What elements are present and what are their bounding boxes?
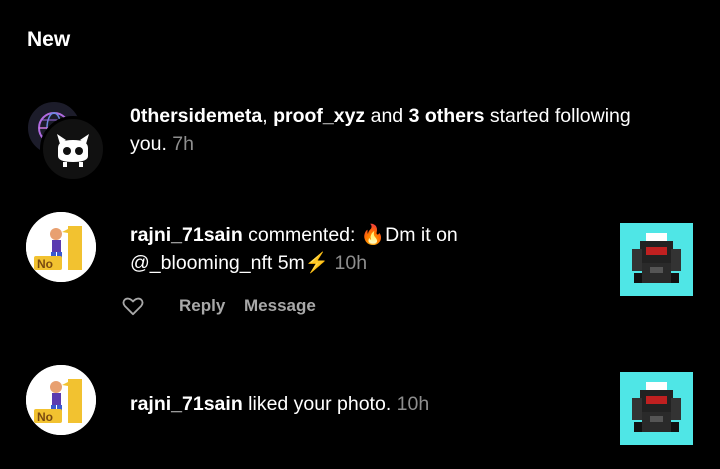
- others-link[interactable]: 3 others: [409, 105, 485, 127]
- conjunction-text: and: [365, 105, 409, 127]
- fire-emoji-icon: 🔥: [360, 224, 386, 246]
- action-text: liked your photo.: [242, 393, 392, 415]
- lightning-emoji-icon: ⚡: [304, 252, 330, 274]
- separator-text: ,: [262, 105, 274, 127]
- timestamp: 7h: [166, 133, 194, 155]
- notification-text: rajni_71sain liked your photo. 10h: [130, 390, 600, 418]
- avatar-rajni[interactable]: No: [26, 212, 96, 282]
- section-title: New: [27, 28, 71, 51]
- avatar-rajni[interactable]: No: [26, 365, 96, 435]
- username-link[interactable]: rajni_71sain: [130, 393, 243, 415]
- username-link[interactable]: 0thersidemeta: [130, 105, 262, 127]
- mascot-icon: [57, 134, 89, 167]
- notification-text: rajni_71sain commented: 🔥Dm it on @_bloo…: [130, 221, 600, 277]
- avatar-proof-xyz[interactable]: [40, 116, 106, 182]
- post-thumbnail[interactable]: [620, 223, 693, 296]
- notification-text: 0thersidemeta, proof_xyz and 3 others st…: [130, 102, 670, 158]
- heart-icon[interactable]: [122, 296, 144, 321]
- username-link[interactable]: rajni_71sain: [130, 224, 243, 246]
- timestamp: 10h: [391, 393, 430, 415]
- action-text: commented:: [242, 224, 361, 246]
- robot-art-icon: [620, 223, 693, 296]
- profile-art-icon: No: [26, 365, 96, 435]
- no-badge: No: [37, 410, 53, 424]
- reply-button[interactable]: Reply: [179, 296, 225, 316]
- message-button[interactable]: Message: [244, 296, 316, 316]
- avatar-stack[interactable]: [26, 100, 106, 182]
- no-badge: No: [37, 257, 53, 271]
- post-thumbnail[interactable]: [620, 372, 693, 445]
- profile-art-icon: No: [26, 212, 96, 282]
- timestamp: 10h: [329, 252, 368, 274]
- username-link[interactable]: proof_xyz: [273, 105, 365, 127]
- robot-art-icon: [620, 372, 693, 445]
